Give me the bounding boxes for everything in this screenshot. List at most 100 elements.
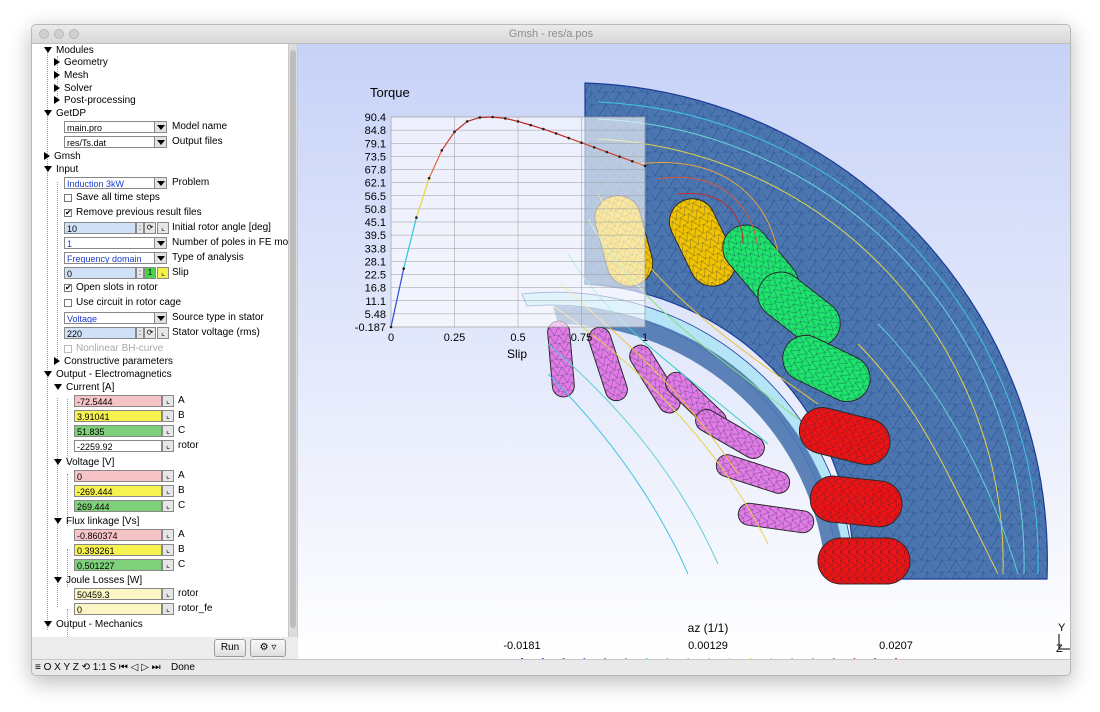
current-value[interactable]: -72.5444 <box>74 395 162 407</box>
tree-current[interactable]: Current [A] <box>54 381 114 395</box>
analysis-dropdown-icon[interactable] <box>154 252 167 264</box>
y-tick-label: 50.8 <box>365 204 386 216</box>
graph-icon[interactable]: ⌞ <box>162 440 174 452</box>
tree-postprocessing[interactable]: Post-processing <box>54 94 136 108</box>
expand-icon[interactable] <box>44 371 52 378</box>
stepper-icon[interactable]: : <box>136 327 144 339</box>
tree-constructive[interactable]: Constructive parameters <box>54 355 173 369</box>
y-tick-label: 62.1 <box>365 178 386 190</box>
graph-icon[interactable]: ⌞ <box>162 544 174 556</box>
plot-xlabel: Slip <box>507 347 527 361</box>
torque-point <box>389 325 393 329</box>
poles-select[interactable]: 1 <box>64 237 156 249</box>
expand-icon[interactable] <box>54 384 62 391</box>
tree-getdp[interactable]: GetDP <box>44 107 86 121</box>
graph-icon[interactable]: ⌞ <box>162 603 174 615</box>
problem-dropdown-icon[interactable] <box>154 177 167 189</box>
model-name-row: main.pro Model name <box>64 120 284 134</box>
graph-icon[interactable]: ⌞ <box>162 529 174 541</box>
graph-icon[interactable]: ⌞ <box>162 470 174 482</box>
tree-geometry[interactable]: Geometry <box>54 56 108 70</box>
current-value[interactable]: 3.91041 <box>74 410 162 422</box>
tree-flux[interactable]: Flux linkage [Vs] <box>54 515 139 529</box>
joule-value[interactable]: 50459.3 <box>74 588 162 600</box>
graph-icon[interactable]: ⌞ <box>162 559 174 571</box>
loop-icon[interactable]: ⟳ <box>144 222 156 234</box>
analysis-select[interactable]: Frequency domain <box>64 252 156 264</box>
save-all-steps-checkbox[interactable] <box>64 194 72 202</box>
use-circuit-checkbox[interactable] <box>64 299 72 307</box>
tree-voltage[interactable]: Voltage [V] <box>54 456 114 470</box>
tree-scrollbar[interactable] <box>288 44 298 637</box>
expand-icon[interactable] <box>54 518 62 525</box>
graph-icon[interactable]: ⌞ <box>157 267 169 279</box>
expand-icon[interactable] <box>54 577 62 584</box>
graph-icon[interactable]: ⌞ <box>157 327 169 339</box>
graph-icon[interactable]: ⌞ <box>162 485 174 497</box>
open-slots-checkbox[interactable]: ✔ <box>64 284 72 292</box>
output-files-input[interactable]: res/Ts.dat <box>64 136 156 148</box>
scrollbar-thumb[interactable] <box>290 50 296 628</box>
expand-icon[interactable] <box>44 110 52 117</box>
graphics-window[interactable]: Torque Slip 90.4 84.8 79.1 73.5 67.8 62.1 56.5… <box>298 44 1070 670</box>
collapse-icon[interactable] <box>54 84 60 93</box>
joule-value[interactable]: 0 <box>74 603 162 615</box>
slip-input[interactable]: 0 <box>64 267 136 279</box>
expand-icon[interactable] <box>44 166 52 173</box>
loop-icon[interactable]: ⟳ <box>144 327 156 339</box>
flux-value[interactable]: 0.501227 <box>74 559 162 571</box>
flux-value[interactable]: -0.860374 <box>74 529 162 541</box>
remove-previous-checkbox[interactable]: ✔ <box>64 209 72 217</box>
collapse-icon[interactable] <box>54 71 60 80</box>
stepper-icon[interactable]: : <box>136 267 144 279</box>
tree-output-em[interactable]: Output - Electromagnetics <box>44 368 172 382</box>
current-value[interactable]: -2259.92 <box>74 440 162 452</box>
rotor-angle-input[interactable]: 10 <box>64 222 136 234</box>
torque-point <box>427 176 431 180</box>
graph-icon[interactable]: ⌞ <box>162 425 174 437</box>
settings-button[interactable]: ⚙ ▿ <box>250 639 286 657</box>
voltage-value[interactable]: 0 <box>74 470 162 482</box>
tree-output-mech[interactable]: Output - Mechanics <box>44 618 143 632</box>
graph-icon[interactable]: ⌞ <box>157 222 169 234</box>
flux-value[interactable]: 0.393261 <box>74 544 162 556</box>
torque-plot[interactable]: Torque Slip 90.484.879.173.5 67.862.156.5… <box>355 85 648 361</box>
tree-input[interactable]: Input <box>44 163 78 177</box>
tree-joule[interactable]: Joule Losses [W] <box>54 574 142 588</box>
voltage-name: B <box>178 485 185 496</box>
expand-icon[interactable] <box>44 47 52 54</box>
poles-dropdown-icon[interactable] <box>154 237 167 249</box>
torque-point <box>516 120 520 123</box>
tree-mesh[interactable]: Mesh <box>54 69 88 83</box>
collapse-icon[interactable] <box>54 357 60 366</box>
source-type-select[interactable]: Voltage <box>64 312 156 324</box>
expand-icon[interactable] <box>54 459 62 466</box>
run-button[interactable]: Run <box>214 639 246 657</box>
y-tick-label: 67.8 <box>365 165 386 177</box>
voltage-value[interactable]: -269.444 <box>74 485 162 497</box>
graph-icon[interactable]: ⌞ <box>162 588 174 600</box>
stator-voltage-input[interactable]: 220 <box>64 327 136 339</box>
problem-select[interactable]: Induction 3kW <box>64 177 156 189</box>
graph-icon[interactable]: ⌞ <box>162 410 174 422</box>
expand-icon[interactable] <box>44 621 52 628</box>
slip-step-value[interactable]: 1 <box>144 267 156 279</box>
colorbar-mid: 0.00129 <box>688 640 728 652</box>
status-toolbar-icons[interactable]: ≡ O X Y Z ⟲ 1:1 S ⏮ ◁ ▷ ⏭ <box>35 660 161 675</box>
output-files-dropdown-icon[interactable] <box>154 136 167 148</box>
collapse-icon[interactable] <box>54 58 60 67</box>
source-type-dropdown-icon[interactable] <box>154 312 167 324</box>
model-name-dropdown-icon[interactable] <box>154 121 167 133</box>
model-name-input[interactable]: main.pro <box>64 121 156 133</box>
tree-gmsh[interactable]: Gmsh <box>44 150 81 164</box>
status-text: Done <box>171 662 195 673</box>
flux-name: A <box>178 529 185 540</box>
graph-icon[interactable]: ⌞ <box>162 500 174 512</box>
graph-icon[interactable]: ⌞ <box>162 395 174 407</box>
collapse-icon[interactable] <box>44 152 50 161</box>
stepper-icon[interactable]: : <box>136 222 144 234</box>
current-value[interactable]: 51.835 <box>74 425 162 437</box>
voltage-value[interactable]: 269.444 <box>74 500 162 512</box>
collapse-icon[interactable] <box>54 96 60 105</box>
nonlinear-checkbox <box>64 345 72 353</box>
